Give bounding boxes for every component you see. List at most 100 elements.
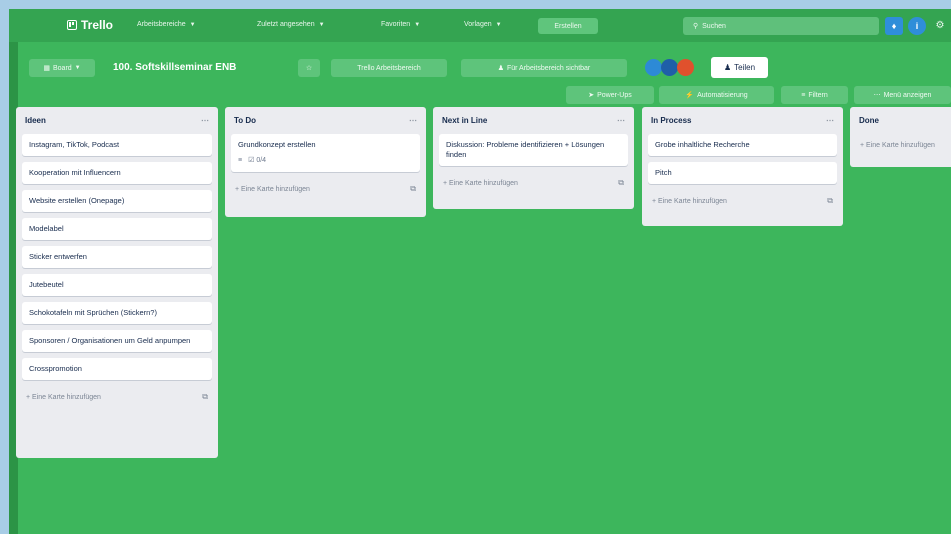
board-view-label: Board xyxy=(52,64,72,72)
chevron-down-icon: ▼ xyxy=(189,22,196,28)
favorites-menu[interactable]: Favoriten ▼ xyxy=(381,21,420,28)
list-title[interactable]: Ideen xyxy=(25,116,46,125)
more-icon: ⋯ xyxy=(873,92,881,99)
visibility-label: Für Arbeitsbereich sichtbar xyxy=(507,64,591,72)
avatar[interactable] xyxy=(661,59,678,76)
info-icon[interactable]: i xyxy=(908,17,926,35)
trello-app: Trello Arbeitsbereiche ▼ Zuletzt angesehe… xyxy=(9,9,951,534)
card[interactable]: Kooperation mit Influencern xyxy=(22,162,212,184)
search-placeholder: Suchen xyxy=(702,22,726,30)
templates-menu[interactable]: Vorlagen ▼ xyxy=(464,21,502,28)
list-todo: To Do ⋯ Grundkonzept erstellen ≡ ☑ 0/4 +… xyxy=(225,107,426,217)
list-next-in-line: Next in Line ⋯ Diskussion: Probleme iden… xyxy=(433,107,634,209)
chevron-down-icon: ▼ xyxy=(495,22,502,28)
list-title[interactable]: In Process xyxy=(651,116,691,125)
list-header[interactable]: To Do ⋯ xyxy=(231,107,420,134)
favorites-label: Favoriten xyxy=(381,21,411,28)
add-card-label: Eine Karte hinzufügen xyxy=(449,179,518,187)
visibility-button[interactable]: ♟ Für Arbeitsbereich sichtbar xyxy=(461,59,627,77)
filter-button[interactable]: ≡ Filtern xyxy=(781,86,848,104)
card-title: Grundkonzept erstellen xyxy=(238,140,316,149)
card[interactable]: Jutebeutel xyxy=(22,274,212,296)
chevron-down-icon: ▼ xyxy=(414,22,421,28)
template-icon[interactable]: ⧉ xyxy=(618,178,624,188)
plus-icon: + xyxy=(26,393,31,401)
chevron-down-icon: ▼ xyxy=(318,22,325,28)
checklist-badge: ☑ 0/4 xyxy=(248,156,266,166)
menu-button[interactable]: ⋯ Menü anzeigen xyxy=(854,86,951,104)
card[interactable]: Instagram, TikTok, Podcast xyxy=(22,134,212,156)
board-title[interactable]: 100. Softskillseminar ENB xyxy=(113,62,236,73)
list-header[interactable]: Next in Line ⋯ xyxy=(439,107,628,134)
people-icon: ♟ xyxy=(497,65,504,72)
list-in-process: In Process ⋯ Grobe inhaltliche Recherche… xyxy=(642,107,843,226)
recent-menu[interactable]: Zuletzt angesehen ▼ xyxy=(257,21,325,28)
menu-label: Menü anzeigen xyxy=(883,91,932,99)
more-icon[interactable]: ⋯ xyxy=(409,116,417,125)
search-input[interactable]: ⚲ Suchen xyxy=(683,17,879,35)
description-icon: ≡ xyxy=(238,157,243,164)
logo-text: Trello xyxy=(81,18,114,32)
card[interactable]: Sticker entwerfen xyxy=(22,246,212,268)
add-card-button[interactable]: + Eine Karte hinzufügen ⧉ xyxy=(439,172,628,194)
top-nav: Trello Arbeitsbereiche ▼ Zuletzt angesehe… xyxy=(9,9,951,42)
list-title[interactable]: Done xyxy=(859,116,879,125)
board-view-button[interactable]: ▦ Board ▼ xyxy=(29,59,95,77)
avatar[interactable] xyxy=(677,59,694,76)
workspace-button[interactable]: Trello Arbeitsbereich xyxy=(331,59,447,77)
card[interactable]: Grundkonzept erstellen ≡ ☑ 0/4 xyxy=(231,134,420,172)
list-header[interactable]: Ideen ⋯ xyxy=(22,107,212,134)
add-card-button[interactable]: + Eine Karte hinzufügen xyxy=(856,134,951,156)
automation-button[interactable]: ⚡ Automatisierung xyxy=(659,86,774,104)
list-header[interactable]: Done xyxy=(856,107,951,134)
powerups-label: Power-Ups xyxy=(597,91,632,99)
template-icon[interactable]: ⧉ xyxy=(410,184,416,194)
add-card-button[interactable]: + Eine Karte hinzufügen ⧉ xyxy=(648,190,837,212)
add-card-button[interactable]: + Eine Karte hinzufügen ⧉ xyxy=(22,386,212,408)
star-icon[interactable]: ☆ xyxy=(298,59,320,77)
add-card-label: Eine Karte hinzufügen xyxy=(658,197,727,205)
notifications-bell-icon[interactable]: ♦ xyxy=(885,17,903,35)
share-button[interactable]: ♟ Teilen xyxy=(711,57,768,78)
more-icon[interactable]: ⋯ xyxy=(826,116,834,125)
automation-label: Automatisierung xyxy=(697,91,748,99)
list-header[interactable]: In Process ⋯ xyxy=(648,107,837,134)
trello-logo[interactable]: Trello xyxy=(67,18,113,32)
card[interactable]: Diskussion: Probleme identifizieren + Lö… xyxy=(439,134,628,166)
templates-label: Vorlagen xyxy=(464,21,492,28)
card[interactable]: Pitch xyxy=(648,162,837,184)
board-view-icon: ▦ xyxy=(43,65,50,72)
workspaces-label: Arbeitsbereiche xyxy=(137,21,186,28)
template-icon[interactable]: ⧉ xyxy=(202,392,208,402)
card[interactable]: Modelabel xyxy=(22,218,212,240)
card[interactable]: Grobe inhaltliche Recherche xyxy=(648,134,837,156)
share-label: Teilen xyxy=(734,63,756,72)
card[interactable]: Schokotafeln mit Sprüchen (Stickern?) xyxy=(22,302,212,324)
gear-icon[interactable]: ⚙ xyxy=(933,18,947,32)
plus-icon: + xyxy=(443,179,448,187)
list-ideen: Ideen ⋯ Instagram, TikTok, Podcast Koope… xyxy=(16,107,218,458)
card-badges: ≡ ☑ 0/4 xyxy=(238,156,413,166)
list-title[interactable]: To Do xyxy=(234,116,256,125)
checklist-icon: ☑ xyxy=(248,157,255,164)
lightning-icon: ⚡ xyxy=(685,92,695,99)
create-button[interactable]: Erstellen xyxy=(538,18,598,34)
add-card-button[interactable]: + Eine Karte hinzufügen ⧉ xyxy=(231,178,420,200)
more-icon[interactable]: ⋯ xyxy=(617,116,625,125)
template-icon[interactable]: ⧉ xyxy=(827,196,833,206)
card[interactable]: Sponsoren / Organisationen um Geld anpum… xyxy=(22,330,212,352)
card[interactable]: Crosspromotion xyxy=(22,358,212,380)
avatar[interactable] xyxy=(645,59,662,76)
list-done: Done + Eine Karte hinzufügen xyxy=(850,107,951,167)
more-icon[interactable]: ⋯ xyxy=(201,116,209,125)
chevron-down-icon: ▼ xyxy=(74,65,81,71)
board-header: ▦ Board ▼ 100. Softskillseminar ENB ☆ Tr… xyxy=(9,42,951,104)
add-card-label: Eine Karte hinzufügen xyxy=(32,393,101,401)
card[interactable]: Website erstellen (Onepage) xyxy=(22,190,212,212)
plus-icon: + xyxy=(860,141,865,149)
list-title[interactable]: Next in Line xyxy=(442,116,487,125)
powerups-button[interactable]: ➤ Power-Ups xyxy=(566,86,654,104)
plus-icon: + xyxy=(652,197,657,205)
workspaces-menu[interactable]: Arbeitsbereiche ▼ xyxy=(137,21,196,28)
checklist-count: 0/4 xyxy=(256,157,267,164)
